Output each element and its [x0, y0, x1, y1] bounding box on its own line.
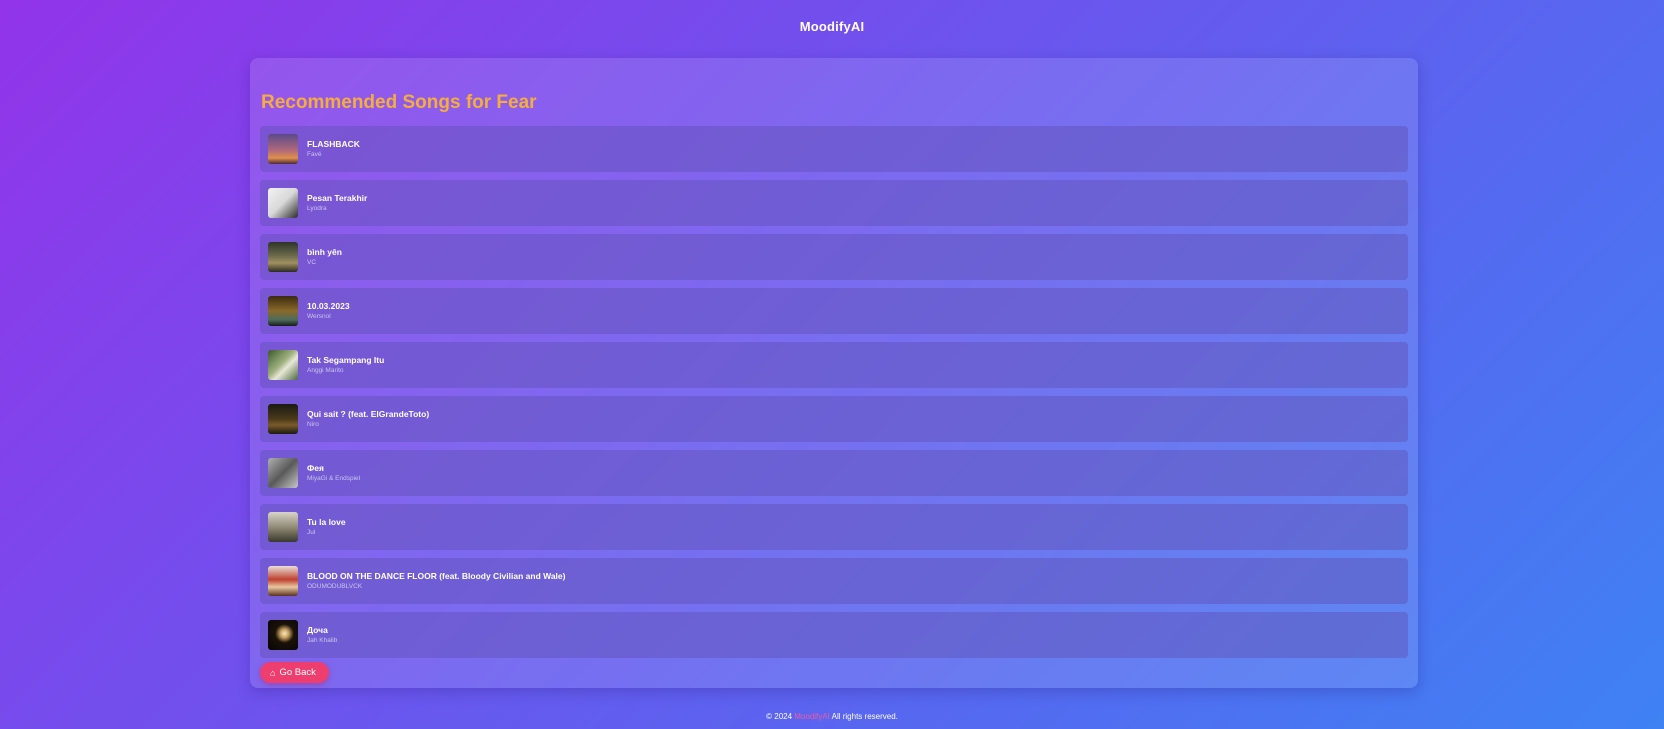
song-title: FLASHBACK: [307, 138, 360, 149]
footer-copyright: © 2024: [766, 712, 795, 721]
album-cover: [268, 350, 298, 380]
song-item[interactable]: Фея MiyaGi & Endspiel: [260, 450, 1408, 496]
footer-rights: All rights reserved.: [829, 712, 898, 721]
song-item[interactable]: Доча Jah Khalib: [260, 612, 1408, 658]
song-title: Pesan Terakhir: [307, 192, 368, 203]
song-list: FLASHBACK Favé Pesan Terakhir Lyodra bìn…: [260, 126, 1408, 666]
song-item[interactable]: Tu la love Jul: [260, 504, 1408, 550]
song-artist: Favé: [307, 150, 322, 158]
song-title: bình yên: [307, 246, 342, 257]
song-item[interactable]: Tak Segampang Itu Anggi Marito: [260, 342, 1408, 388]
album-cover: [268, 188, 298, 218]
album-cover: [268, 242, 298, 272]
song-title: Доча: [307, 624, 328, 635]
song-artist: Niro: [307, 420, 319, 428]
album-cover: [268, 566, 298, 596]
album-cover: [268, 134, 298, 164]
song-item[interactable]: 10.03.2023 Wersnol: [260, 288, 1408, 334]
album-cover: [268, 404, 298, 434]
song-artist: Jah Khalib: [307, 636, 338, 644]
song-title: Qui sait ? (feat. ElGrandeToto): [307, 408, 430, 419]
song-artist: ODUMODUBLVCK: [307, 582, 363, 590]
song-title: Фея: [307, 462, 324, 473]
song-item[interactable]: Pesan Terakhir Lyodra: [260, 180, 1408, 226]
song-artist: Lyodra: [307, 204, 327, 212]
song-item[interactable]: FLASHBACK Favé: [260, 126, 1408, 172]
brand-logo[interactable]: MoodifyAI: [800, 19, 865, 34]
recommendations-card: Recommended Songs for Fear FLASHBACK Fav…: [250, 58, 1418, 688]
song-artist: Jul: [307, 528, 316, 536]
header: MoodifyAI: [0, 0, 1664, 52]
album-cover: [268, 296, 298, 326]
home-icon: ⌂: [270, 667, 276, 678]
song-item[interactable]: BLOOD ON THE DANCE FLOOR (feat. Bloody C…: [260, 558, 1408, 604]
song-artist: Anggi Marito: [307, 366, 344, 374]
footer-brand-link[interactable]: MoodifyAI: [794, 712, 830, 721]
song-title: Tu la love: [307, 516, 346, 527]
song-item[interactable]: bình yên VC: [260, 234, 1408, 280]
go-back-button[interactable]: ⌂ Go Back: [260, 662, 329, 683]
song-artist: VC: [307, 258, 317, 266]
song-title: BLOOD ON THE DANCE FLOOR (feat. Bloody C…: [307, 570, 566, 581]
page-title: Recommended Songs for Fear: [261, 92, 537, 113]
album-cover: [268, 620, 298, 650]
song-artist: Wersnol: [307, 312, 331, 320]
footer: © 2024 MoodifyAI All rights reserved.: [0, 712, 1664, 721]
album-cover: [268, 512, 298, 542]
go-back-label: Go Back: [279, 667, 316, 678]
song-title: 10.03.2023: [307, 300, 350, 311]
song-item[interactable]: Qui sait ? (feat. ElGrandeToto) Niro: [260, 396, 1408, 442]
album-cover: [268, 458, 298, 488]
song-title: Tak Segampang Itu: [307, 354, 385, 365]
song-artist: MiyaGi & Endspiel: [307, 474, 361, 482]
